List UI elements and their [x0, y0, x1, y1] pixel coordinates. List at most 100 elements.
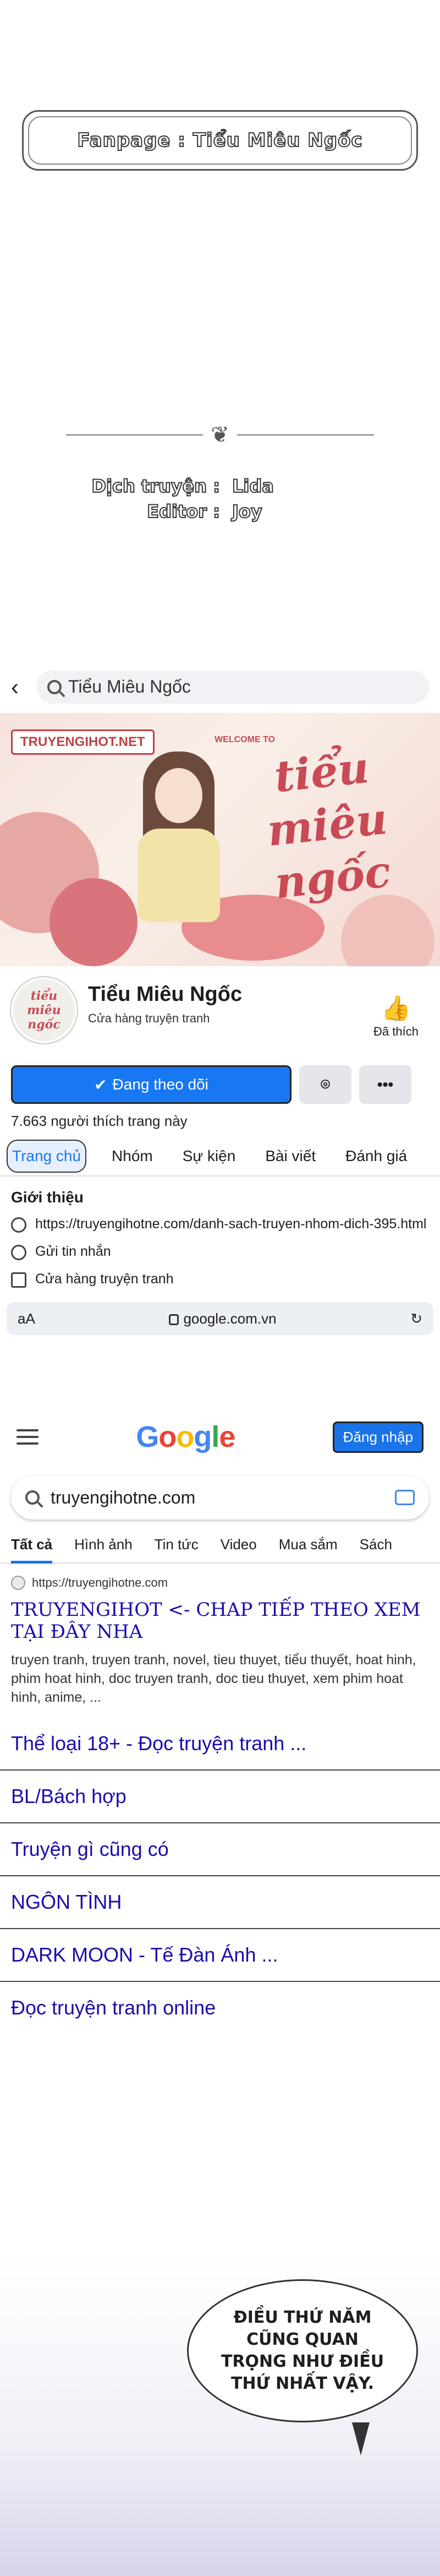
liked-label: Đã thích — [373, 1025, 419, 1038]
logo-letter: o — [158, 1420, 177, 1453]
fb-tab-bar: Trang chủ Nhóm Sự kiện Bài viết Đánh giá — [0, 1137, 440, 1177]
speech-text: ĐIỀU THỨ NĂM CŨNG QUAN TRỌNG NHƯ ĐIỀU TH… — [221, 2308, 384, 2393]
shop-label: Cửa hàng truyện tranh — [35, 1271, 174, 1287]
more-icon: ••• — [377, 1076, 394, 1093]
tab-posts[interactable]: Bài viết — [261, 1141, 320, 1172]
browser-url-bar[interactable]: aA google.com.vn ↻ — [7, 1302, 433, 1335]
globe-icon — [11, 1217, 26, 1233]
intro-link[interactable]: https://truyengihotne.com/danh-sach-truy… — [35, 1216, 426, 1232]
result-site[interactable]: https://truyengihotne.com — [11, 1576, 429, 1590]
tab-events[interactable]: Sự kiện — [178, 1141, 240, 1172]
back-arrow-icon[interactable]: ‹ — [11, 674, 28, 700]
fb-search-input[interactable]: Tiểu Miêu Ngốc — [36, 670, 429, 704]
google-header: Google Đăng nhập — [0, 1409, 440, 1464]
search-icon — [47, 679, 62, 694]
lock-icon — [169, 1314, 179, 1325]
result-title[interactable]: TRUYENGIHOT <- CHAP TIẾP THEO XEM TẠI ĐÂ… — [11, 1599, 429, 1643]
tab-video[interactable]: Video — [221, 1536, 257, 1562]
tab-reviews[interactable]: Đánh giá — [341, 1141, 411, 1172]
search-query: truyengihotne.com — [51, 1487, 196, 1507]
reload-icon[interactable]: ↻ — [410, 1310, 422, 1327]
sitelink[interactable]: Thể loại 18+ - Đọc truyện tranh ... — [0, 1718, 440, 1771]
page-info: tiểu miêu ngốc Tiểu Miêu Ngốc Cửa hàng t… — [0, 966, 440, 1060]
following-label: Đang theo dõi — [112, 1076, 208, 1093]
sitelink[interactable]: DARK MOON - Tế Đàn Ánh ... — [0, 1929, 440, 1982]
credit-value: Joy — [232, 500, 263, 522]
cover-welcome-text: WELCOME TO — [215, 735, 275, 744]
fanpage-text: Fanpage : Tiểu Miêu Ngốc — [76, 129, 363, 152]
fb-search-bar: ‹ Tiểu Miêu Ngốc — [0, 661, 440, 713]
credits-block: Dịch truyện : Lida Editor : Joy — [77, 473, 363, 524]
tab-home[interactable]: Trang chủ — [7, 1140, 87, 1173]
credit-key: Dịch truyện : — [91, 475, 221, 497]
google-tab-bar: Tất cả Hình ảnh Tin tức Video Mua sắm Sá… — [0, 1531, 440, 1564]
logo-letter: e — [219, 1420, 235, 1453]
liked-button[interactable]: 👍 Đã thích — [369, 994, 424, 1039]
cover-photo[interactable]: TRUYENGIHOT.NET WELCOME TO tiểu miêu ngố… — [0, 713, 440, 966]
ornament-divider: ❦ — [66, 418, 375, 451]
credit-key: Editor : — [146, 500, 221, 522]
divider-line-right — [237, 434, 375, 435]
cover-decoration — [341, 895, 435, 966]
message-label: Gửi tin nhắn — [35, 1244, 111, 1259]
search-icon — [25, 1490, 40, 1505]
following-check-icon: ✔ — [94, 1076, 107, 1093]
search-result: https://truyengihotne.com TRUYENGIHOT <-… — [0, 1564, 440, 1707]
shop-row[interactable]: Cửa hàng truyện tranh — [0, 1266, 440, 1293]
avatar[interactable]: tiểu miêu ngốc — [11, 977, 77, 1043]
cover-brand-label: TRUYENGIHOT.NET — [11, 729, 155, 755]
credit-row-editor: Editor : Joy — [77, 499, 363, 524]
credit-value: Lida — [232, 475, 274, 497]
sitelinks: Thể loại 18+ - Đọc truyện tranh ... BL/B… — [0, 1718, 440, 2034]
fb-search-text: Tiểu Miêu Ngốc — [68, 677, 191, 696]
cover-title: tiểu miêu ngốc — [265, 742, 393, 909]
sitelink[interactable]: Đọc truyện tranh online — [0, 1982, 440, 2034]
logo-letter: G — [136, 1420, 159, 1453]
action-row: ✔ Đang theo dõi ⌾ ••• — [0, 1060, 440, 1109]
tab-books[interactable]: Sách — [360, 1536, 392, 1562]
credit-row-translator: Dịch truyện : Lida — [77, 473, 363, 499]
logo-letter: l — [211, 1420, 219, 1453]
messenger-icon: ⌾ — [321, 1075, 330, 1093]
page-title[interactable]: Tiểu Miêu Ngốc — [88, 983, 242, 1006]
google-search-screenshot: Google Đăng nhập truyengihotne.com Tất c… — [0, 1409, 440, 2098]
following-button[interactable]: ✔ Đang theo dõi — [11, 1065, 292, 1104]
sitelink[interactable]: NGÔN TÌNH — [0, 1876, 440, 1929]
messenger-icon — [11, 1245, 26, 1260]
tab-shopping[interactable]: Mua sắm — [279, 1536, 338, 1562]
sign-in-button[interactable]: Đăng nhập — [332, 1421, 424, 1453]
camera-icon[interactable] — [395, 1490, 415, 1505]
text-size-button[interactable]: aA — [18, 1310, 35, 1327]
facebook-page-screenshot: ‹ Tiểu Miêu Ngốc TRUYENGIHOT.NET WELCOME… — [0, 661, 440, 1404]
speech-bubble: ĐIỀU THỨ NĂM CŨNG QUAN TRỌNG NHƯ ĐIỀU TH… — [187, 2279, 418, 2422]
sitelink[interactable]: BL/Bách hợp — [0, 1771, 440, 1823]
menu-icon[interactable] — [16, 1429, 38, 1445]
result-snippet: truyen tranh, truyen tranh, novel, tieu … — [11, 1652, 416, 1705]
ornament-icon: ❦ — [211, 423, 229, 447]
shop-icon — [11, 1272, 26, 1288]
fanpage-banner: Fanpage : Tiểu Miêu Ngốc — [22, 110, 418, 171]
google-logo[interactable]: Google — [136, 1420, 235, 1454]
divider-line-left — [66, 434, 204, 435]
tab-all[interactable]: Tất cả — [11, 1536, 53, 1564]
logo-letter: o — [176, 1420, 194, 1453]
thumbs-up-icon: 👍 — [381, 995, 411, 1022]
url-domain-wrap: google.com.vn — [169, 1310, 277, 1327]
sitelink[interactable]: Truyện gì cũng có — [0, 1823, 440, 1876]
intro-link-row[interactable]: https://truyengihotne.com/danh-sach-truy… — [0, 1211, 440, 1238]
google-search-input[interactable]: truyengihotne.com — [11, 1475, 429, 1520]
intro-title: Giới thiệu — [11, 1189, 84, 1206]
tab-groups[interactable]: Nhóm — [107, 1141, 157, 1172]
message-row[interactable]: Gửi tin nhắn — [0, 1238, 440, 1266]
more-button[interactable]: ••• — [359, 1065, 411, 1104]
tab-images[interactable]: Hình ảnh — [74, 1536, 133, 1562]
favicon-icon — [11, 1576, 25, 1590]
cover-illustration — [116, 751, 242, 939]
page-category: Cửa hàng truyện tranh — [88, 1011, 210, 1025]
tab-news[interactable]: Tin tức — [155, 1536, 199, 1562]
speech-bubble-tail — [352, 2422, 370, 2455]
url-domain: google.com.vn — [183, 1310, 277, 1327]
logo-letter: g — [194, 1420, 212, 1453]
likes-count: 7.663 người thích trang này — [11, 1113, 188, 1129]
messenger-button[interactable]: ⌾ — [299, 1065, 351, 1104]
